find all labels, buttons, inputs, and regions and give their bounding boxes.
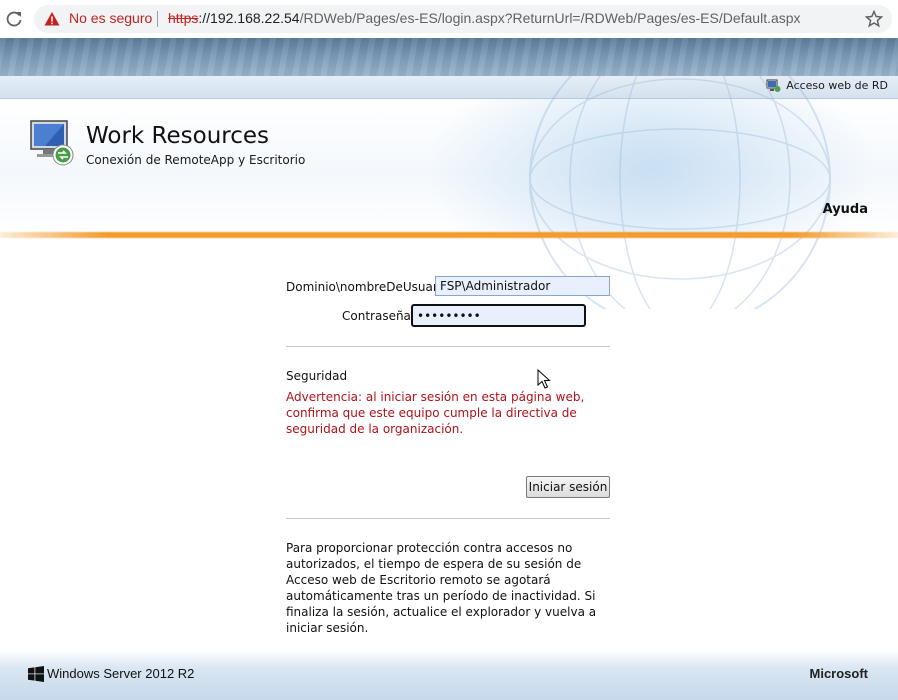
username-field[interactable] [435, 276, 610, 296]
page-subtitle: Conexión de RemoteApp y Escritorio [86, 153, 306, 167]
microsoft-logo: Microsoft [809, 666, 869, 681]
divider [286, 346, 610, 347]
banner: Work Resources Conexión de RemoteApp y E… [0, 69, 898, 309]
browser-toolbar: No es seguro https://192.168.22.54/RDWeb… [0, 0, 898, 39]
url-separator: :// [198, 10, 211, 26]
url-scheme: https [168, 10, 199, 26]
windows-logo-icon [28, 666, 44, 682]
globe-decoration [529, 69, 831, 309]
password-label: Contraseña: [342, 309, 415, 323]
mouse-cursor-icon [537, 369, 551, 389]
accent-divider [0, 232, 898, 238]
remote-desktop-icon [30, 120, 74, 166]
password-field[interactable] [411, 304, 586, 327]
security-heading: Seguridad [286, 369, 348, 383]
username-label: Dominio\nombreDeUsuario: [286, 280, 453, 294]
url-text[interactable]: https://192.168.22.54/RDWeb/Pages/es-ES/… [168, 10, 801, 26]
url-path: /RDWeb/Pages/es-ES/login.aspx?ReturnUrl=… [299, 10, 801, 26]
divider [286, 518, 610, 519]
address-bar[interactable]: No es seguro https://192.168.22.54/RDWeb… [34, 5, 892, 33]
page-title: Work Resources [86, 123, 270, 149]
help-link[interactable]: Ayuda [823, 202, 868, 217]
address-separator [157, 11, 158, 27]
sign-in-button[interactable]: Iniciar sesión [526, 476, 610, 498]
security-warning: Advertencia: al iniciar sesión en esta p… [286, 390, 585, 436]
reload-icon[interactable] [4, 9, 24, 29]
warning-icon [44, 12, 60, 26]
url-host: 192.168.22.54 [210, 10, 300, 26]
footer: Windows Server 2012 R2 Microsoft [0, 650, 898, 700]
bookmark-star-icon[interactable] [865, 10, 883, 28]
product-name: Windows Server 2012 R2 [47, 666, 195, 681]
security-status[interactable]: No es seguro [69, 10, 152, 26]
session-timeout-info: Para proporcionar protección contra acce… [286, 541, 597, 635]
